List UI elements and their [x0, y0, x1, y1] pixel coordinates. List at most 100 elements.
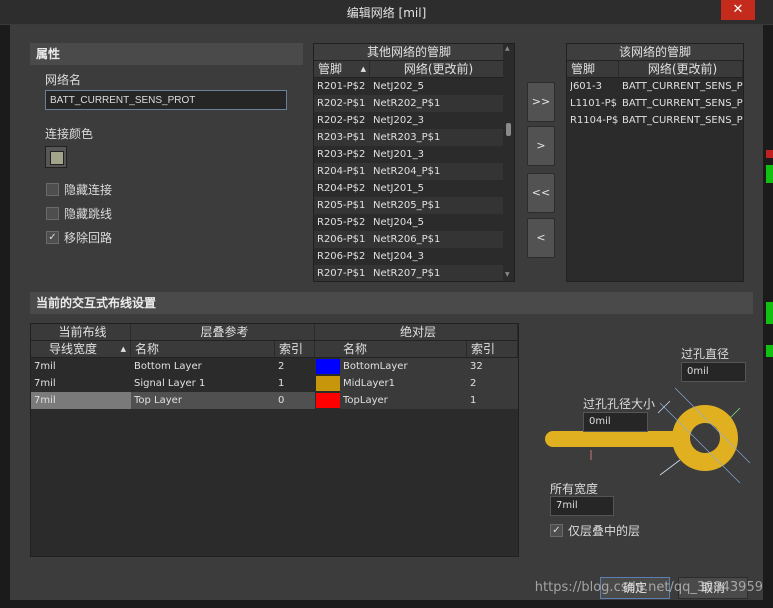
- column-abs-index[interactable]: 索引: [467, 341, 518, 358]
- net-name-input[interactable]: [45, 90, 287, 110]
- column-net[interactable]: 网络(更改前): [370, 61, 504, 78]
- scrollbar-thumb[interactable]: [506, 123, 511, 136]
- column-layer-name[interactable]: 名称: [131, 341, 275, 358]
- window-title: 编辑网络 [mil]: [346, 6, 427, 20]
- remove-button[interactable]: <: [527, 218, 555, 258]
- bg-edge-mark: [766, 302, 773, 324]
- list-item[interactable]: R207-P$1 NetR207_P$1: [314, 265, 503, 281]
- via-diameter-label: 过孔直径: [681, 347, 730, 361]
- connection-color-swatch[interactable]: [45, 146, 67, 168]
- column-layer-index[interactable]: 索引: [275, 341, 315, 358]
- add-button[interactable]: >: [527, 126, 555, 166]
- column-trace-width[interactable]: 导线宽度 ▲: [31, 341, 131, 358]
- list-item[interactable]: R1104-P$ BATT_CURRENT_SENS_P: [567, 112, 743, 129]
- abs-layer-index-cell: 1: [467, 392, 518, 409]
- scroll-down-icon[interactable]: ▼: [505, 271, 510, 278]
- net-cell: NetR203_P$1: [373, 132, 441, 143]
- list-item[interactable]: R202-P$2 NetJ202_3: [314, 112, 503, 129]
- net-cell: NetJ202_5: [373, 81, 424, 92]
- column-pin[interactable]: 管脚 ▲: [314, 61, 370, 78]
- pin-cell: R207-P$1: [317, 268, 366, 279]
- other-pins-header: 其他网络的管脚: [314, 44, 504, 61]
- column-net-label: 网络(更改前): [403, 62, 474, 76]
- layer-index-cell: 2: [278, 361, 285, 372]
- pin-cell: R1104-P$: [570, 115, 618, 126]
- list-item[interactable]: R206-P$1 NetR206_P$1: [314, 231, 503, 248]
- column-abs-name[interactable]: 名称: [315, 341, 467, 358]
- list-item[interactable]: R201-P$2 NetJ202_5: [314, 78, 503, 95]
- net-cell: NetJ201_3: [373, 149, 424, 160]
- list-item[interactable]: L1101-P$ BATT_CURRENT_SENS_P: [567, 95, 743, 112]
- table-row[interactable]: 7mil Top Layer 0 TopLayer 1: [31, 392, 518, 409]
- group-stack-reference: 层叠参考: [131, 324, 315, 341]
- this-net-pins-list[interactable]: 该网络的管脚 管脚 网络(更改前) J601-3 BATT_CURRENT_SEN…: [566, 43, 744, 282]
- net-cell: NetR205_P$1: [373, 200, 441, 211]
- net-cell: NetJ204_5: [373, 217, 424, 228]
- column-pin-label: 管脚: [318, 62, 343, 76]
- trace-width-cell[interactable]: 7mil: [31, 392, 131, 409]
- column-pin[interactable]: 管脚: [567, 61, 619, 78]
- net-cell: BATT_CURRENT_SENS_P: [622, 81, 743, 92]
- remove-loops-checkbox[interactable]: ✓: [46, 231, 59, 244]
- routing-settings-header: 当前的交互式布线设置: [30, 292, 753, 314]
- trace-width-cell[interactable]: 7mil: [31, 358, 131, 375]
- dim-line: [729, 407, 741, 419]
- layer-name-cell: Bottom Layer: [134, 361, 202, 372]
- list-item[interactable]: R205-P$1 NetR205_P$1: [314, 197, 503, 214]
- layer-color-swatch: [316, 359, 340, 374]
- via-hole: [690, 423, 720, 453]
- column-net[interactable]: 网络(更改前): [619, 61, 743, 78]
- title-bar: 编辑网络 [mil] ✕: [0, 0, 773, 25]
- net-cell: NetJ204_3: [373, 251, 424, 262]
- layer-name-cell: Signal Layer 1: [134, 378, 206, 389]
- add-all-button[interactable]: >>: [527, 82, 555, 122]
- hide-connection-checkbox[interactable]: [46, 183, 59, 196]
- routing-table[interactable]: 当前布线 层叠参考 绝对层 导线宽度 ▲ 名称 索引 名称 索引 7mil Bott…: [30, 323, 519, 557]
- list-item[interactable]: R203-P$2 NetJ201_3: [314, 146, 503, 163]
- net-cell: NetR207_P$1: [373, 268, 441, 279]
- other-net-pins-list[interactable]: 其他网络的管脚 管脚 ▲ 网络(更改前) R201-P$2 NetJ202_5 R20…: [313, 43, 515, 282]
- pin-cell: R204-P$1: [317, 166, 366, 177]
- bg-edge-mark: [766, 150, 773, 158]
- pin-cell: R206-P$1: [317, 234, 366, 245]
- scroll-up-icon[interactable]: ▲: [505, 45, 510, 52]
- remove-loops-label: 移除回路: [64, 231, 113, 245]
- list-item[interactable]: R204-P$2 NetJ201_5: [314, 180, 503, 197]
- pin-cell: L1101-P$: [570, 98, 618, 109]
- connection-color-label: 连接颜色: [45, 127, 94, 141]
- hide-connection-label: 隐藏连接: [64, 183, 113, 197]
- via-hole-size-label: 过孔孔径大小: [583, 397, 656, 411]
- table-row[interactable]: 7mil Bottom Layer 2 BottomLayer 32: [31, 358, 518, 375]
- pin-cell: R201-P$2: [317, 81, 366, 92]
- hide-jump-checkbox[interactable]: [46, 207, 59, 220]
- column-trace-width-label: 导线宽度: [49, 342, 98, 356]
- track-shape: [545, 431, 690, 447]
- other-pins-scrollbar[interactable]: ▲ ▼: [503, 44, 514, 281]
- abs-layer-index-cell: 32: [467, 358, 518, 375]
- list-item[interactable]: R206-P$2 NetJ204_3: [314, 248, 503, 265]
- via-diameter-input[interactable]: 0mil: [681, 362, 746, 382]
- table-row[interactable]: 7mil Signal Layer 1 1 MidLayer1 2: [31, 375, 518, 392]
- pin-cell: R204-P$2: [317, 183, 366, 194]
- color-preview: [50, 151, 64, 165]
- list-item[interactable]: R203-P$1 NetR203_P$1: [314, 129, 503, 146]
- pin-cell: R203-P$2: [317, 149, 366, 160]
- list-item[interactable]: J601-3 BATT_CURRENT_SENS_P: [567, 78, 743, 95]
- stack-layers-only-checkbox[interactable]: ✓: [550, 524, 563, 537]
- remove-all-button[interactable]: <<: [527, 173, 555, 213]
- net-name-label: 网络名: [45, 73, 82, 87]
- close-button[interactable]: ✕: [721, 0, 755, 20]
- bg-edge-mark: [766, 165, 773, 183]
- layer-index-cell: 0: [275, 392, 315, 409]
- sort-up-icon: ▲: [120, 345, 126, 353]
- layer-color-swatch: [316, 393, 340, 408]
- trace-width-cell[interactable]: 7mil: [31, 375, 131, 392]
- list-item[interactable]: R205-P$2 NetJ204_5: [314, 214, 503, 231]
- this-pins-header: 该网络的管脚: [567, 44, 743, 61]
- list-item[interactable]: R204-P$1 NetR204_P$1: [314, 163, 503, 180]
- layer-color-swatch: [316, 376, 340, 391]
- all-width-input[interactable]: 7mil: [550, 496, 614, 516]
- properties-header: 属性: [30, 43, 303, 65]
- via-hole-size-input[interactable]: 0mil: [583, 412, 648, 432]
- list-item[interactable]: R202-P$1 NetR202_P$1: [314, 95, 503, 112]
